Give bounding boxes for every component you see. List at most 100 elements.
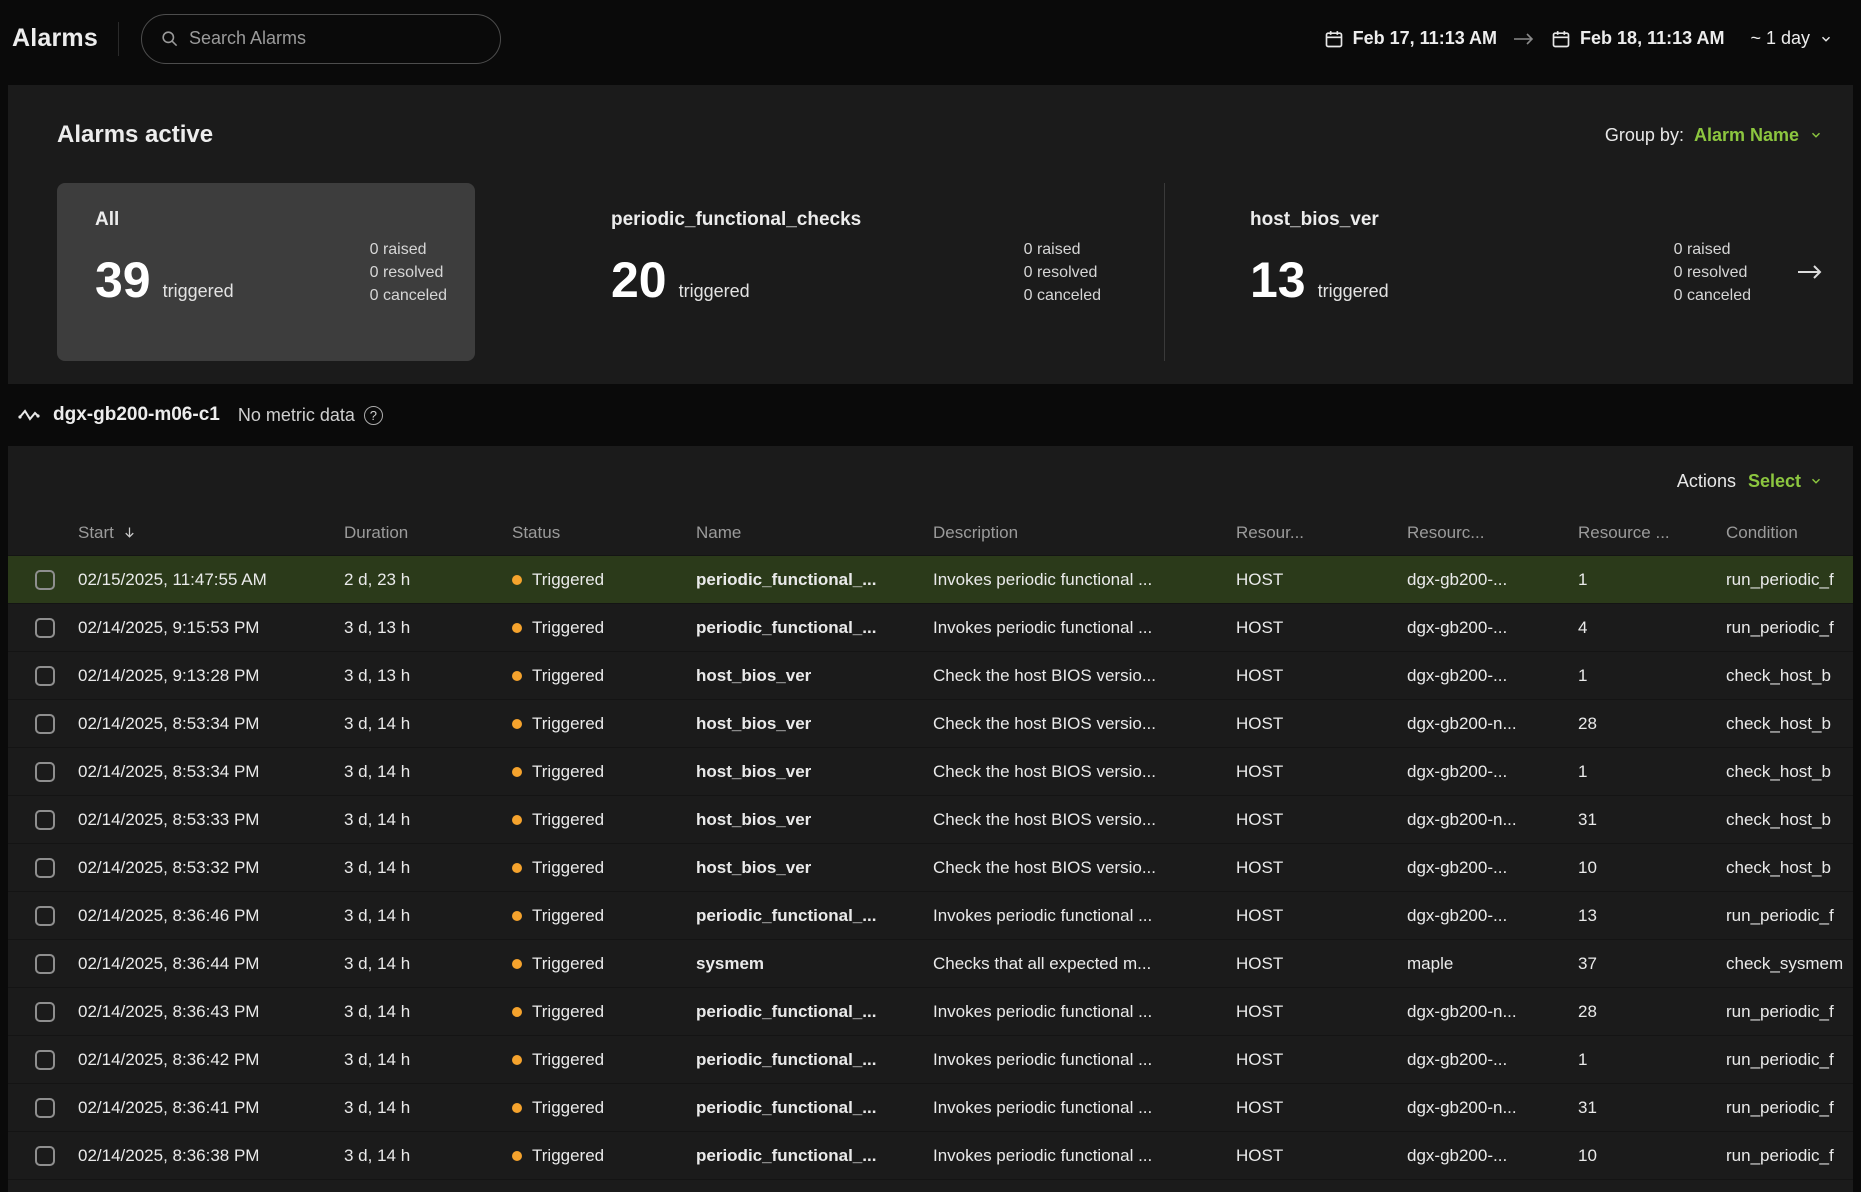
chevron-down-icon bbox=[1809, 474, 1823, 488]
status-label: Triggered bbox=[532, 762, 604, 782]
actions-select-dropdown[interactable]: Select bbox=[1748, 471, 1823, 492]
search-icon bbox=[160, 29, 179, 48]
status-label: Triggered bbox=[532, 810, 604, 830]
table-row[interactable]: 02/14/2025, 8:36:41 PM 3 d, 14 h Trigger… bbox=[8, 1084, 1853, 1132]
row-checkbox[interactable] bbox=[35, 954, 55, 974]
row-checkbox[interactable] bbox=[35, 618, 55, 638]
row-checkbox-cell bbox=[8, 762, 78, 782]
table-row[interactable]: 02/15/2025, 11:47:55 AM 2 d, 23 h Trigge… bbox=[8, 556, 1853, 604]
date-from-label: Feb 17, 11:13 AM bbox=[1353, 28, 1497, 49]
header-condition[interactable]: Condition bbox=[1726, 523, 1853, 543]
header-resource-name[interactable]: Resourc... bbox=[1407, 523, 1578, 543]
actions-label: Actions bbox=[1677, 471, 1736, 492]
table-row[interactable]: 02/14/2025, 8:36:43 PM 3 d, 14 h Trigger… bbox=[8, 988, 1853, 1036]
cell-condition: check_sysmem bbox=[1726, 954, 1853, 974]
cell-name: host_bios_ver bbox=[696, 714, 933, 734]
status-label: Triggered bbox=[532, 618, 604, 638]
row-checkbox[interactable] bbox=[35, 570, 55, 590]
status-label: Triggered bbox=[532, 1002, 604, 1022]
card-stats: 0 raised 0 resolved 0 canceled bbox=[1658, 209, 1751, 337]
cell-name: periodic_functional_... bbox=[696, 1098, 933, 1118]
cell-resource-name: dgx-gb200-... bbox=[1407, 618, 1578, 638]
header-start[interactable]: Start bbox=[78, 523, 344, 543]
alarm-group-card[interactable]: All 39 triggered 0 raised 0 resolved 0 c… bbox=[57, 183, 475, 361]
cell-name: sysmem bbox=[696, 954, 933, 974]
cell-condition: check_host_b bbox=[1726, 714, 1853, 734]
header-description[interactable]: Description bbox=[933, 523, 1236, 543]
cell-condition: run_periodic_f bbox=[1726, 1002, 1853, 1022]
cell-duration: 3 d, 13 h bbox=[344, 618, 512, 638]
table-row[interactable]: 02/14/2025, 8:53:33 PM 3 d, 14 h Trigger… bbox=[8, 796, 1853, 844]
row-checkbox[interactable] bbox=[35, 1098, 55, 1118]
row-checkbox-cell bbox=[8, 714, 78, 734]
row-checkbox[interactable] bbox=[35, 858, 55, 878]
row-checkbox[interactable] bbox=[35, 1002, 55, 1022]
status-label: Triggered bbox=[532, 1146, 604, 1166]
cell-resource-id: 10 bbox=[1578, 1146, 1726, 1166]
range-duration-select[interactable]: ~ 1 day bbox=[1750, 28, 1833, 49]
scroll-right-icon[interactable] bbox=[1797, 183, 1823, 361]
header-duration[interactable]: Duration bbox=[344, 523, 512, 543]
card-count: 39 bbox=[95, 255, 151, 305]
sort-desc-icon[interactable] bbox=[122, 525, 137, 540]
row-checkbox[interactable] bbox=[35, 1146, 55, 1166]
cell-resource-id: 1 bbox=[1578, 1050, 1726, 1070]
group-by-control[interactable]: Group by: Alarm Name bbox=[1605, 125, 1823, 146]
cell-resource-name: dgx-gb200-... bbox=[1407, 858, 1578, 878]
arrow-right-icon bbox=[1513, 32, 1535, 46]
status-dot-icon bbox=[512, 623, 522, 633]
card-canceled: 0 canceled bbox=[370, 287, 447, 305]
header-resource-id[interactable]: Resource ... bbox=[1578, 523, 1726, 543]
cell-condition: check_host_b bbox=[1726, 762, 1853, 782]
row-checkbox[interactable] bbox=[35, 666, 55, 686]
table-row[interactable]: 02/14/2025, 8:36:46 PM 3 d, 14 h Trigger… bbox=[8, 892, 1853, 940]
row-checkbox[interactable] bbox=[35, 762, 55, 782]
row-checkbox[interactable] bbox=[35, 810, 55, 830]
row-checkbox[interactable] bbox=[35, 714, 55, 734]
cell-resource-name: dgx-gb200-n... bbox=[1407, 714, 1578, 734]
cell-duration: 3 d, 14 h bbox=[344, 762, 512, 782]
cell-status: Triggered bbox=[512, 762, 696, 782]
cell-resource-type: HOST bbox=[1236, 1050, 1407, 1070]
card-title: All bbox=[95, 209, 234, 231]
cell-name: host_bios_ver bbox=[696, 810, 933, 830]
search-box[interactable] bbox=[141, 14, 501, 64]
card-raised: 0 raised bbox=[1674, 241, 1751, 259]
alarm-group-card[interactable]: periodic_functional_checks 20 triggered … bbox=[573, 183, 1129, 361]
header-name[interactable]: Name bbox=[696, 523, 933, 543]
cell-condition: run_periodic_f bbox=[1726, 570, 1853, 590]
date-to[interactable]: Feb 18, 11:13 AM bbox=[1551, 28, 1724, 49]
cell-resource-id: 4 bbox=[1578, 618, 1726, 638]
table-row[interactable]: 02/14/2025, 8:53:34 PM 3 d, 14 h Trigger… bbox=[8, 748, 1853, 796]
row-checkbox-cell bbox=[8, 1146, 78, 1166]
date-from[interactable]: Feb 17, 11:13 AM bbox=[1324, 28, 1497, 49]
table-row[interactable]: 02/14/2025, 8:36:42 PM 3 d, 14 h Trigger… bbox=[8, 1036, 1853, 1084]
cell-description: Check the host BIOS versio... bbox=[933, 666, 1236, 686]
cell-name: host_bios_ver bbox=[696, 666, 933, 686]
search-input[interactable] bbox=[189, 28, 482, 49]
help-icon[interactable]: ? bbox=[364, 406, 383, 425]
card-count-label: triggered bbox=[679, 281, 750, 302]
cell-resource-type: HOST bbox=[1236, 954, 1407, 974]
cell-condition: run_periodic_f bbox=[1726, 618, 1853, 638]
row-checkbox-cell bbox=[8, 618, 78, 638]
row-checkbox[interactable] bbox=[35, 1050, 55, 1070]
card-main: periodic_functional_checks 20 triggered bbox=[611, 209, 861, 337]
table-row[interactable]: 02/14/2025, 8:53:34 PM 3 d, 14 h Trigger… bbox=[8, 700, 1853, 748]
table-row[interactable]: 02/14/2025, 8:36:38 PM 3 d, 14 h Trigger… bbox=[8, 1132, 1853, 1180]
table-row[interactable]: 02/14/2025, 8:53:32 PM 3 d, 14 h Trigger… bbox=[8, 844, 1853, 892]
cell-name: periodic_functional_... bbox=[696, 1050, 933, 1070]
table-row[interactable]: 02/14/2025, 8:36:44 PM 3 d, 14 h Trigger… bbox=[8, 940, 1853, 988]
metric-host-label: dgx-gb200-m06-c1 bbox=[53, 404, 220, 426]
table-row[interactable]: 02/14/2025, 9:15:53 PM 3 d, 13 h Trigger… bbox=[8, 604, 1853, 652]
row-checkbox[interactable] bbox=[35, 906, 55, 926]
cell-resource-name: dgx-gb200-... bbox=[1407, 906, 1578, 926]
cell-resource-id: 28 bbox=[1578, 1002, 1726, 1022]
status-label: Triggered bbox=[532, 570, 604, 590]
table-row[interactable]: 02/14/2025, 9:13:28 PM 3 d, 13 h Trigger… bbox=[8, 652, 1853, 700]
card-count-row: 39 triggered bbox=[95, 255, 234, 305]
alarm-group-card[interactable]: host_bios_ver 13 triggered 0 raised 0 re… bbox=[1212, 183, 1779, 361]
cell-status: Triggered bbox=[512, 1146, 696, 1166]
header-status[interactable]: Status bbox=[512, 523, 696, 543]
header-resource-type[interactable]: Resour... bbox=[1236, 523, 1407, 543]
